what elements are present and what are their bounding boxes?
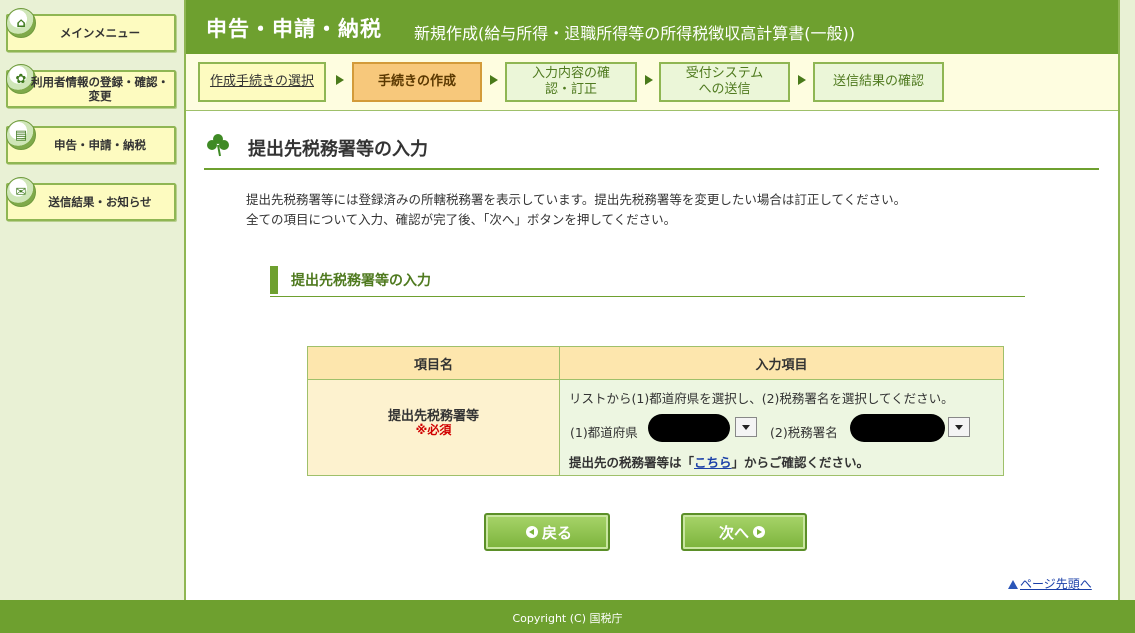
intro-line: 提出先税務署等には登録済みの所轄税務署を表示しています。提出先税務署等を変更した… xyxy=(246,192,907,207)
step-check-results: 送信結果の確認 xyxy=(813,62,944,102)
sidebar-item-label: 送信結果・お知らせ xyxy=(48,195,152,209)
sidebar-item-label: メインメニュー xyxy=(59,26,141,40)
clover-icon xyxy=(207,134,229,157)
field-input-cell: リストから(1)都道府県を選択し、(2)税務署名を選択してください。 (1)都道… xyxy=(560,380,1003,475)
chevron-down-icon[interactable] xyxy=(948,417,970,437)
section-marker xyxy=(270,266,278,294)
intro-line: 全ての項目について入力、確認が完了後、「次へ」ボタンを押してください。 xyxy=(246,212,677,227)
arrow-right-icon xyxy=(753,526,765,538)
sidebar-item-label: 申告・申請・納税 xyxy=(54,138,146,152)
prefecture-select[interactable] xyxy=(648,414,730,442)
required-badge: ※必須 xyxy=(415,423,452,437)
tax-office-select[interactable] xyxy=(850,414,945,442)
header-subtitle: 新規作成(給与所得・退職所得等の所得税徴収高計算書(一般)) xyxy=(414,24,855,43)
back-button[interactable]: 戻る xyxy=(484,513,610,551)
sidebar-item-user-info[interactable]: ✿ 利用者情報の登録・確認・変更 xyxy=(6,64,176,108)
step-progress: 作成手続きの選択 手続きの作成 入力内容の確認・訂正 受付システムへの送信 送信… xyxy=(186,54,1118,111)
step-send-to-system: 受付システムへの送信 xyxy=(659,62,790,102)
sidebar-item-label: 利用者情報の登録・確認・変更 xyxy=(31,75,169,103)
right-edge xyxy=(1118,0,1135,600)
step-arrow-icon xyxy=(645,75,653,85)
confirm-link[interactable]: こちら xyxy=(694,455,732,470)
footer: Copyright (C) 国税庁 xyxy=(0,600,1135,633)
sidebar-item-filing[interactable]: ▤ 申告・申請・納税 xyxy=(6,120,176,164)
chevron-down-icon[interactable] xyxy=(735,417,757,437)
section-title: 提出先税務署等の入力 xyxy=(291,273,431,289)
form-table: 項目名 入力項目 提出先税務署等 ※必須 リストから(1)都道府県を選択し、(2… xyxy=(307,346,1004,476)
step-arrow-icon xyxy=(490,75,498,85)
column-header-input: 入力項目 xyxy=(560,347,1003,380)
page-top-label: ページ先頭へ xyxy=(1020,577,1092,591)
header-title: 申告・申請・納税 xyxy=(206,17,382,41)
step-select-procedure[interactable]: 作成手続きの選択 xyxy=(198,62,326,102)
step-create-procedure: 手続きの作成 xyxy=(352,62,482,102)
field-instruction: リストから(1)都道府県を選択し、(2)税務署名を選択してください。 xyxy=(569,391,954,406)
section-heading: 提出先税務署等の入力 xyxy=(270,264,1025,297)
next-button[interactable]: 次へ xyxy=(681,513,807,551)
confirm-text-before: 提出先の税務署等は「 xyxy=(569,455,695,470)
page-title: 提出先税務署等の入力 xyxy=(248,139,428,160)
page-top-link[interactable]: ページ先頭へ xyxy=(1008,575,1092,592)
arrow-up-icon xyxy=(1008,580,1018,589)
arrow-left-icon xyxy=(525,526,538,538)
column-header-item-name: 項目名 xyxy=(308,347,560,380)
sidebar-item-results[interactable]: ✉ 送信結果・お知らせ xyxy=(6,177,176,221)
field-name-cell: 提出先税務署等 ※必須 xyxy=(308,380,560,475)
tax-office-label: (2)税務署名 xyxy=(770,425,838,440)
sidebar: ⌂ メインメニュー ✿ 利用者情報の登録・確認・変更 ▤ 申告・申請・納税 ✉ … xyxy=(0,0,184,600)
intro-text: 提出先税務署等には登録済みの所轄税務署を表示しています。提出先税務署等を変更した… xyxy=(246,190,906,230)
page-heading: 提出先税務署等の入力 xyxy=(204,128,1099,170)
prefecture-label: (1)都道府県 xyxy=(570,425,638,440)
step-arrow-icon xyxy=(336,75,344,85)
header: 申告・申請・納税 新規作成(給与所得・退職所得等の所得税徴収高計算書(一般)) xyxy=(186,0,1118,54)
main-content: 申告・申請・納税 新規作成(給与所得・退職所得等の所得税徴収高計算書(一般)) … xyxy=(186,0,1118,600)
step-confirm-input: 入力内容の確認・訂正 xyxy=(505,62,637,102)
confirm-text: 提出先の税務署等は「こちら」からご確認ください。 xyxy=(569,452,869,471)
copyright: Copyright (C) 国税庁 xyxy=(512,612,623,625)
step-arrow-icon xyxy=(798,75,806,85)
sidebar-item-main-menu[interactable]: ⌂ メインメニュー xyxy=(6,8,176,52)
next-button-label: 次へ xyxy=(718,523,749,542)
confirm-text-after: 」からご確認ください。 xyxy=(731,455,870,470)
back-button-label: 戻る xyxy=(541,523,572,542)
